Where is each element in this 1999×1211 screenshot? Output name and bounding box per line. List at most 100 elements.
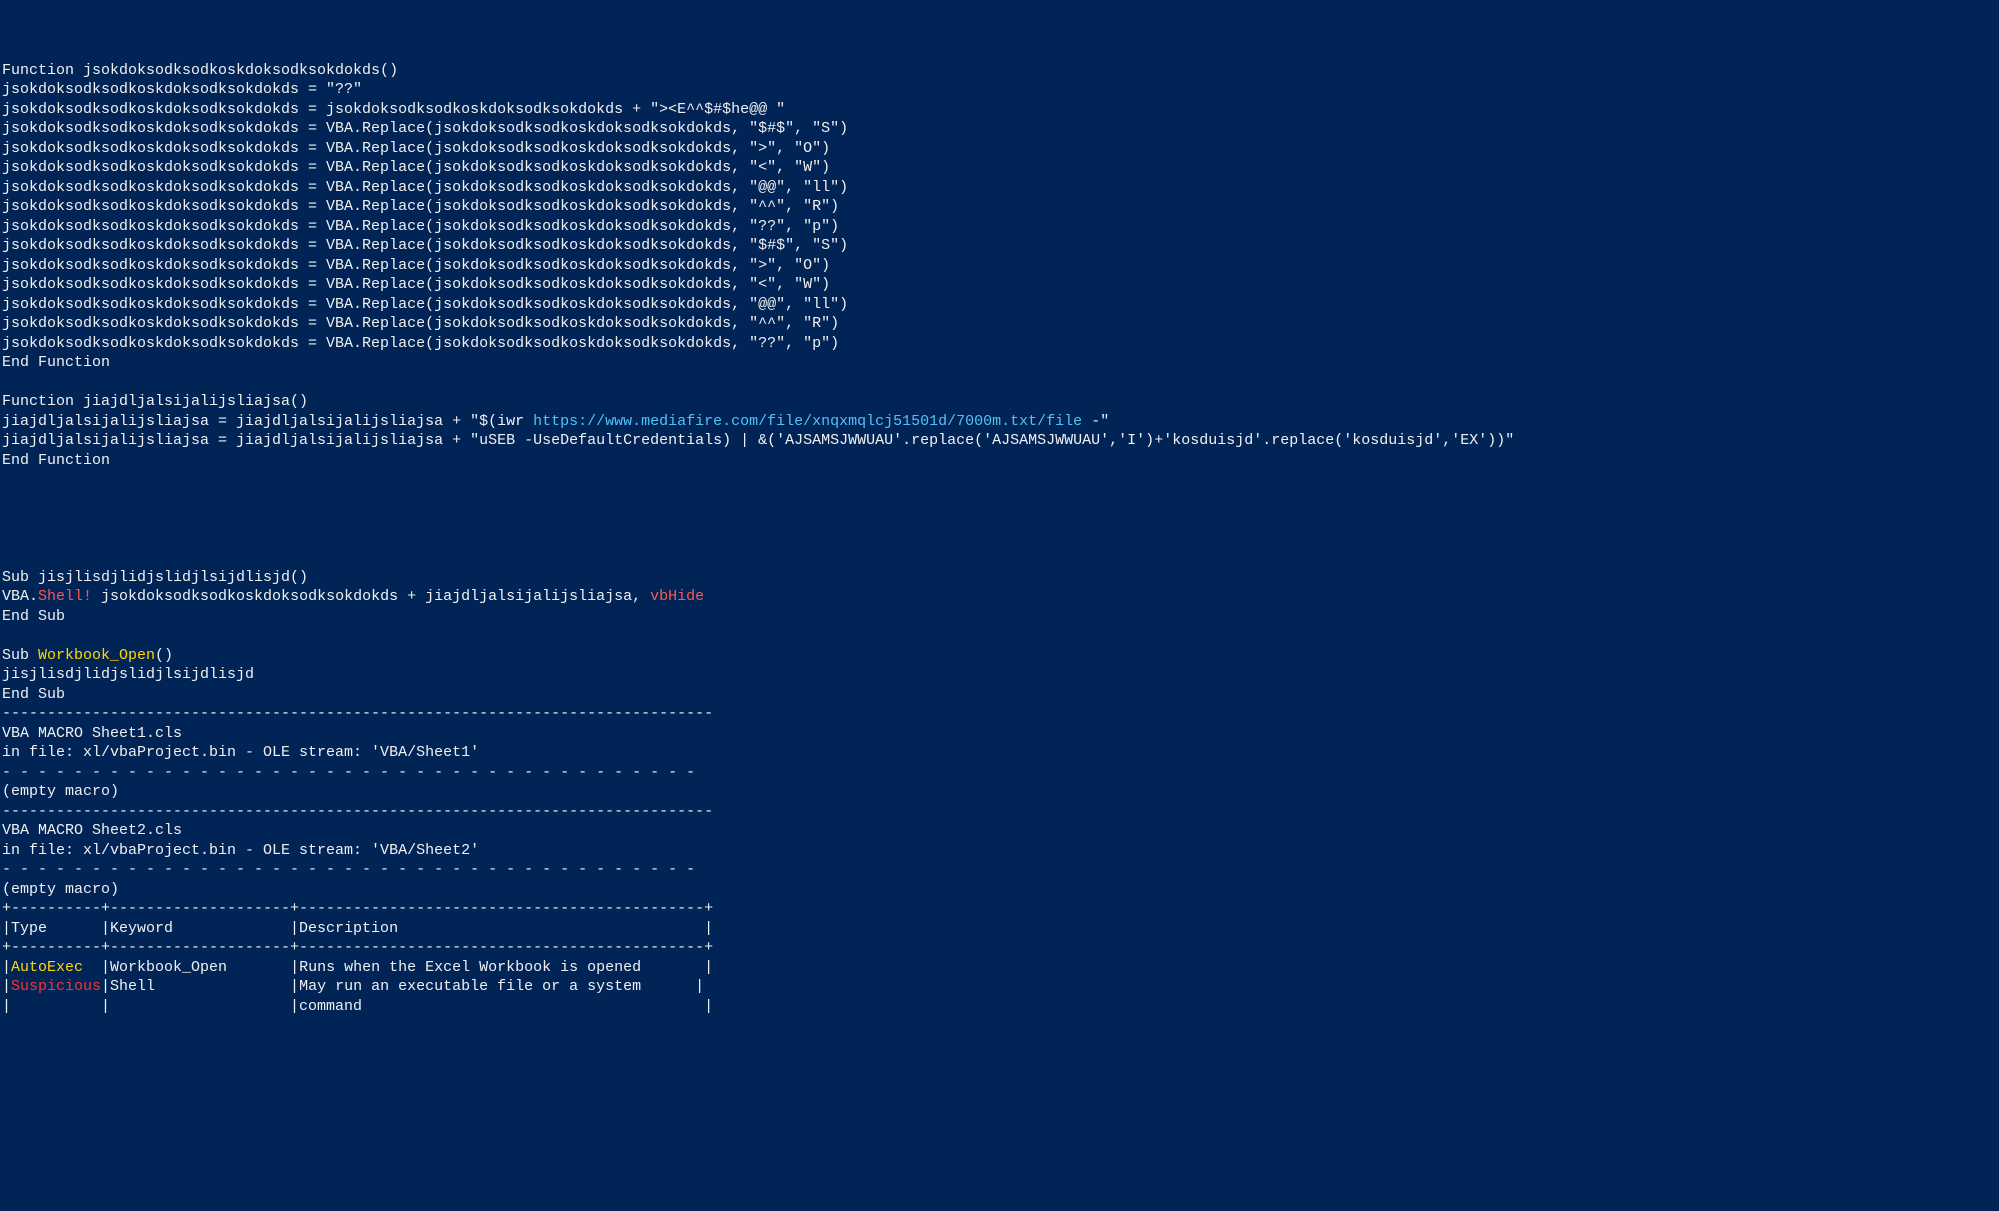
terminal-line: jiajdljalsijalijsliajsa = jiajdljalsijal… (2, 431, 1997, 451)
code-segment: +----------+--------------------+-------… (2, 900, 713, 917)
code-segment: jisjlisdjlidjslidjlsijdlisjd (2, 666, 254, 683)
terminal-line: jsokdoksodksodkoskdoksodksokdokds = VBA.… (2, 236, 1997, 256)
code-segment: Suspicious (11, 978, 101, 995)
code-segment: |Shell |May run an executable file or a … (101, 978, 704, 995)
code-segment: jsokdoksodksodkoskdoksodksokdokds = "??" (2, 81, 362, 98)
terminal-line: jsokdoksodksodkoskdoksodksokdokds = VBA.… (2, 314, 1997, 334)
code-segment: jsokdoksodksodkoskdoksodksokdokds = jsok… (2, 101, 785, 118)
code-segment: jsokdoksodksodkoskdoksodksokdokds = VBA.… (2, 179, 848, 196)
code-segment: - - - - - - - - - - - - - - - - - - - - … (2, 764, 704, 781)
terminal-line: jiajdljalsijalijsliajsa = jiajdljalsijal… (2, 412, 1997, 432)
terminal-line: ----------------------------------------… (2, 704, 1997, 724)
code-segment: End Function (2, 354, 110, 371)
terminal-line: jsokdoksodksodkoskdoksodksokdokds = jsok… (2, 100, 1997, 120)
terminal-line: End Function (2, 353, 1997, 373)
code-segment: Workbook_Open (38, 647, 155, 664)
code-segment: VBA MACRO Sheet2.cls (2, 822, 182, 839)
code-segment: jsokdoksodksodkoskdoksodksokdokds = VBA.… (2, 218, 839, 235)
terminal-line: jsokdoksodksodkoskdoksodksokdokds = VBA.… (2, 334, 1997, 354)
terminal-line: jsokdoksodksodkoskdoksodksokdokds = VBA.… (2, 256, 1997, 276)
terminal-line (2, 529, 1997, 549)
code-segment: AutoExec (11, 959, 83, 976)
terminal-line: - - - - - - - - - - - - - - - - - - - - … (2, 860, 1997, 880)
code-segment: Sub jisjlisdjlidjslidjlsijdlisjd() (2, 569, 308, 586)
code-segment: jsokdoksodksodkoskdoksodksokdokds = VBA.… (2, 140, 830, 157)
code-segment: jiajdljalsijalijsliajsa = jiajdljalsijal… (2, 413, 533, 430)
terminal-line: End Sub (2, 607, 1997, 627)
code-segment: |Workbook_Open |Runs when the Excel Work… (83, 959, 713, 976)
code-segment: Shell! (38, 588, 92, 605)
terminal-output: Function jsokdoksodksodkoskdoksodksokdok… (2, 61, 1997, 1017)
terminal-line: VBA.Shell! jsokdoksodksodkoskdoksodksokd… (2, 587, 1997, 607)
code-segment: End Sub (2, 608, 65, 625)
code-segment: End Sub (2, 686, 65, 703)
code-segment: - - - - - - - - - - - - - - - - - - - - … (2, 861, 704, 878)
terminal-line (2, 490, 1997, 510)
code-segment: Sub (2, 647, 38, 664)
code-segment: vbHide (650, 588, 704, 605)
terminal-line: End Function (2, 451, 1997, 471)
code-segment: | (2, 978, 11, 995)
code-segment: https://www.mediafire.com/file/xnqxmqlcj… (533, 413, 1082, 430)
code-segment: Function jsokdoksodksodkoskdoksodksokdok… (2, 62, 398, 79)
code-segment: End Function (2, 452, 110, 469)
code-segment: Function jiajdljalsijalijsliajsa() (2, 393, 308, 410)
terminal-line: +----------+--------------------+-------… (2, 938, 1997, 958)
terminal-line (2, 373, 1997, 393)
code-segment: jsokdoksodksodkoskdoksodksokdokds = VBA.… (2, 315, 839, 332)
terminal-line: jsokdoksodksodkoskdoksodksokdokds = VBA.… (2, 295, 1997, 315)
terminal-line (2, 509, 1997, 529)
code-segment: ----------------------------------------… (2, 705, 713, 722)
code-segment: () (155, 647, 173, 664)
terminal-line: (empty macro) (2, 782, 1997, 802)
terminal-line: Function jiajdljalsijalijsliajsa() (2, 392, 1997, 412)
terminal-line: jisjlisdjlidjslidjlsijdlisjd (2, 665, 1997, 685)
terminal-line: jsokdoksodksodkoskdoksodksokdokds = VBA.… (2, 139, 1997, 159)
terminal-line: |Type |Keyword |Description | (2, 919, 1997, 939)
code-segment: jsokdoksodksodkoskdoksodksokdokds = VBA.… (2, 257, 830, 274)
code-segment: | (2, 959, 11, 976)
terminal-line: - - - - - - - - - - - - - - - - - - - - … (2, 763, 1997, 783)
code-segment: in file: xl/vbaProject.bin - OLE stream:… (2, 744, 479, 761)
code-segment: (empty macro) (2, 783, 119, 800)
terminal-line: in file: xl/vbaProject.bin - OLE stream:… (2, 841, 1997, 861)
code-segment: jsokdoksodksodkoskdoksodksokdokds = VBA.… (2, 276, 830, 293)
terminal-line: (empty macro) (2, 880, 1997, 900)
terminal-line: jsokdoksodksodkoskdoksodksokdokds = VBA.… (2, 178, 1997, 198)
code-segment: ----------------------------------------… (2, 803, 713, 820)
code-segment: -" (1082, 413, 1109, 430)
terminal-line: +----------+--------------------+-------… (2, 899, 1997, 919)
code-segment: jsokdoksodksodkoskdoksodksokdokds = VBA.… (2, 120, 848, 137)
code-segment: (empty macro) (2, 881, 119, 898)
code-segment: jsokdoksodksodkoskdoksodksokdokds = VBA.… (2, 296, 848, 313)
terminal-line: |Suspicious|Shell |May run an executable… (2, 977, 1997, 997)
code-segment: jsokdoksodksodkoskdoksodksokdokds = VBA.… (2, 198, 839, 215)
code-segment: in file: xl/vbaProject.bin - OLE stream:… (2, 842, 479, 859)
code-segment: jiajdljalsijalijsliajsa = jiajdljalsijal… (2, 432, 1514, 449)
code-segment: VBA MACRO Sheet1.cls (2, 725, 182, 742)
code-segment: | | |command | (2, 998, 713, 1015)
terminal-line: jsokdoksodksodkoskdoksodksokdokds = "??" (2, 80, 1997, 100)
terminal-line: | | |command | (2, 997, 1997, 1017)
code-segment: jsokdoksodksodkoskdoksodksokdokds = VBA.… (2, 237, 848, 254)
terminal-line (2, 548, 1997, 568)
terminal-line: jsokdoksodksodkoskdoksodksokdokds = VBA.… (2, 275, 1997, 295)
code-segment: jsokdoksodksodkoskdoksodksokdokds + jiaj… (92, 588, 650, 605)
terminal-line: in file: xl/vbaProject.bin - OLE stream:… (2, 743, 1997, 763)
terminal-line: Function jsokdoksodksodkoskdoksodksokdok… (2, 61, 1997, 81)
code-segment: jsokdoksodksodkoskdoksodksokdokds = VBA.… (2, 335, 839, 352)
terminal-line: Sub Workbook_Open() (2, 646, 1997, 666)
terminal-line: VBA MACRO Sheet1.cls (2, 724, 1997, 744)
code-segment: |Type |Keyword |Description | (2, 920, 713, 937)
terminal-line (2, 470, 1997, 490)
terminal-line: jsokdoksodksodkoskdoksodksokdokds = VBA.… (2, 119, 1997, 139)
code-segment: jsokdoksodksodkoskdoksodksokdokds = VBA.… (2, 159, 830, 176)
terminal-line (2, 626, 1997, 646)
terminal-line: VBA MACRO Sheet2.cls (2, 821, 1997, 841)
code-segment: +----------+--------------------+-------… (2, 939, 713, 956)
terminal-line: ----------------------------------------… (2, 802, 1997, 822)
terminal-line: Sub jisjlisdjlidjslidjlsijdlisjd() (2, 568, 1997, 588)
terminal-line: End Sub (2, 685, 1997, 705)
terminal-line: jsokdoksodksodkoskdoksodksokdokds = VBA.… (2, 158, 1997, 178)
terminal-line: jsokdoksodksodkoskdoksodksokdokds = VBA.… (2, 197, 1997, 217)
